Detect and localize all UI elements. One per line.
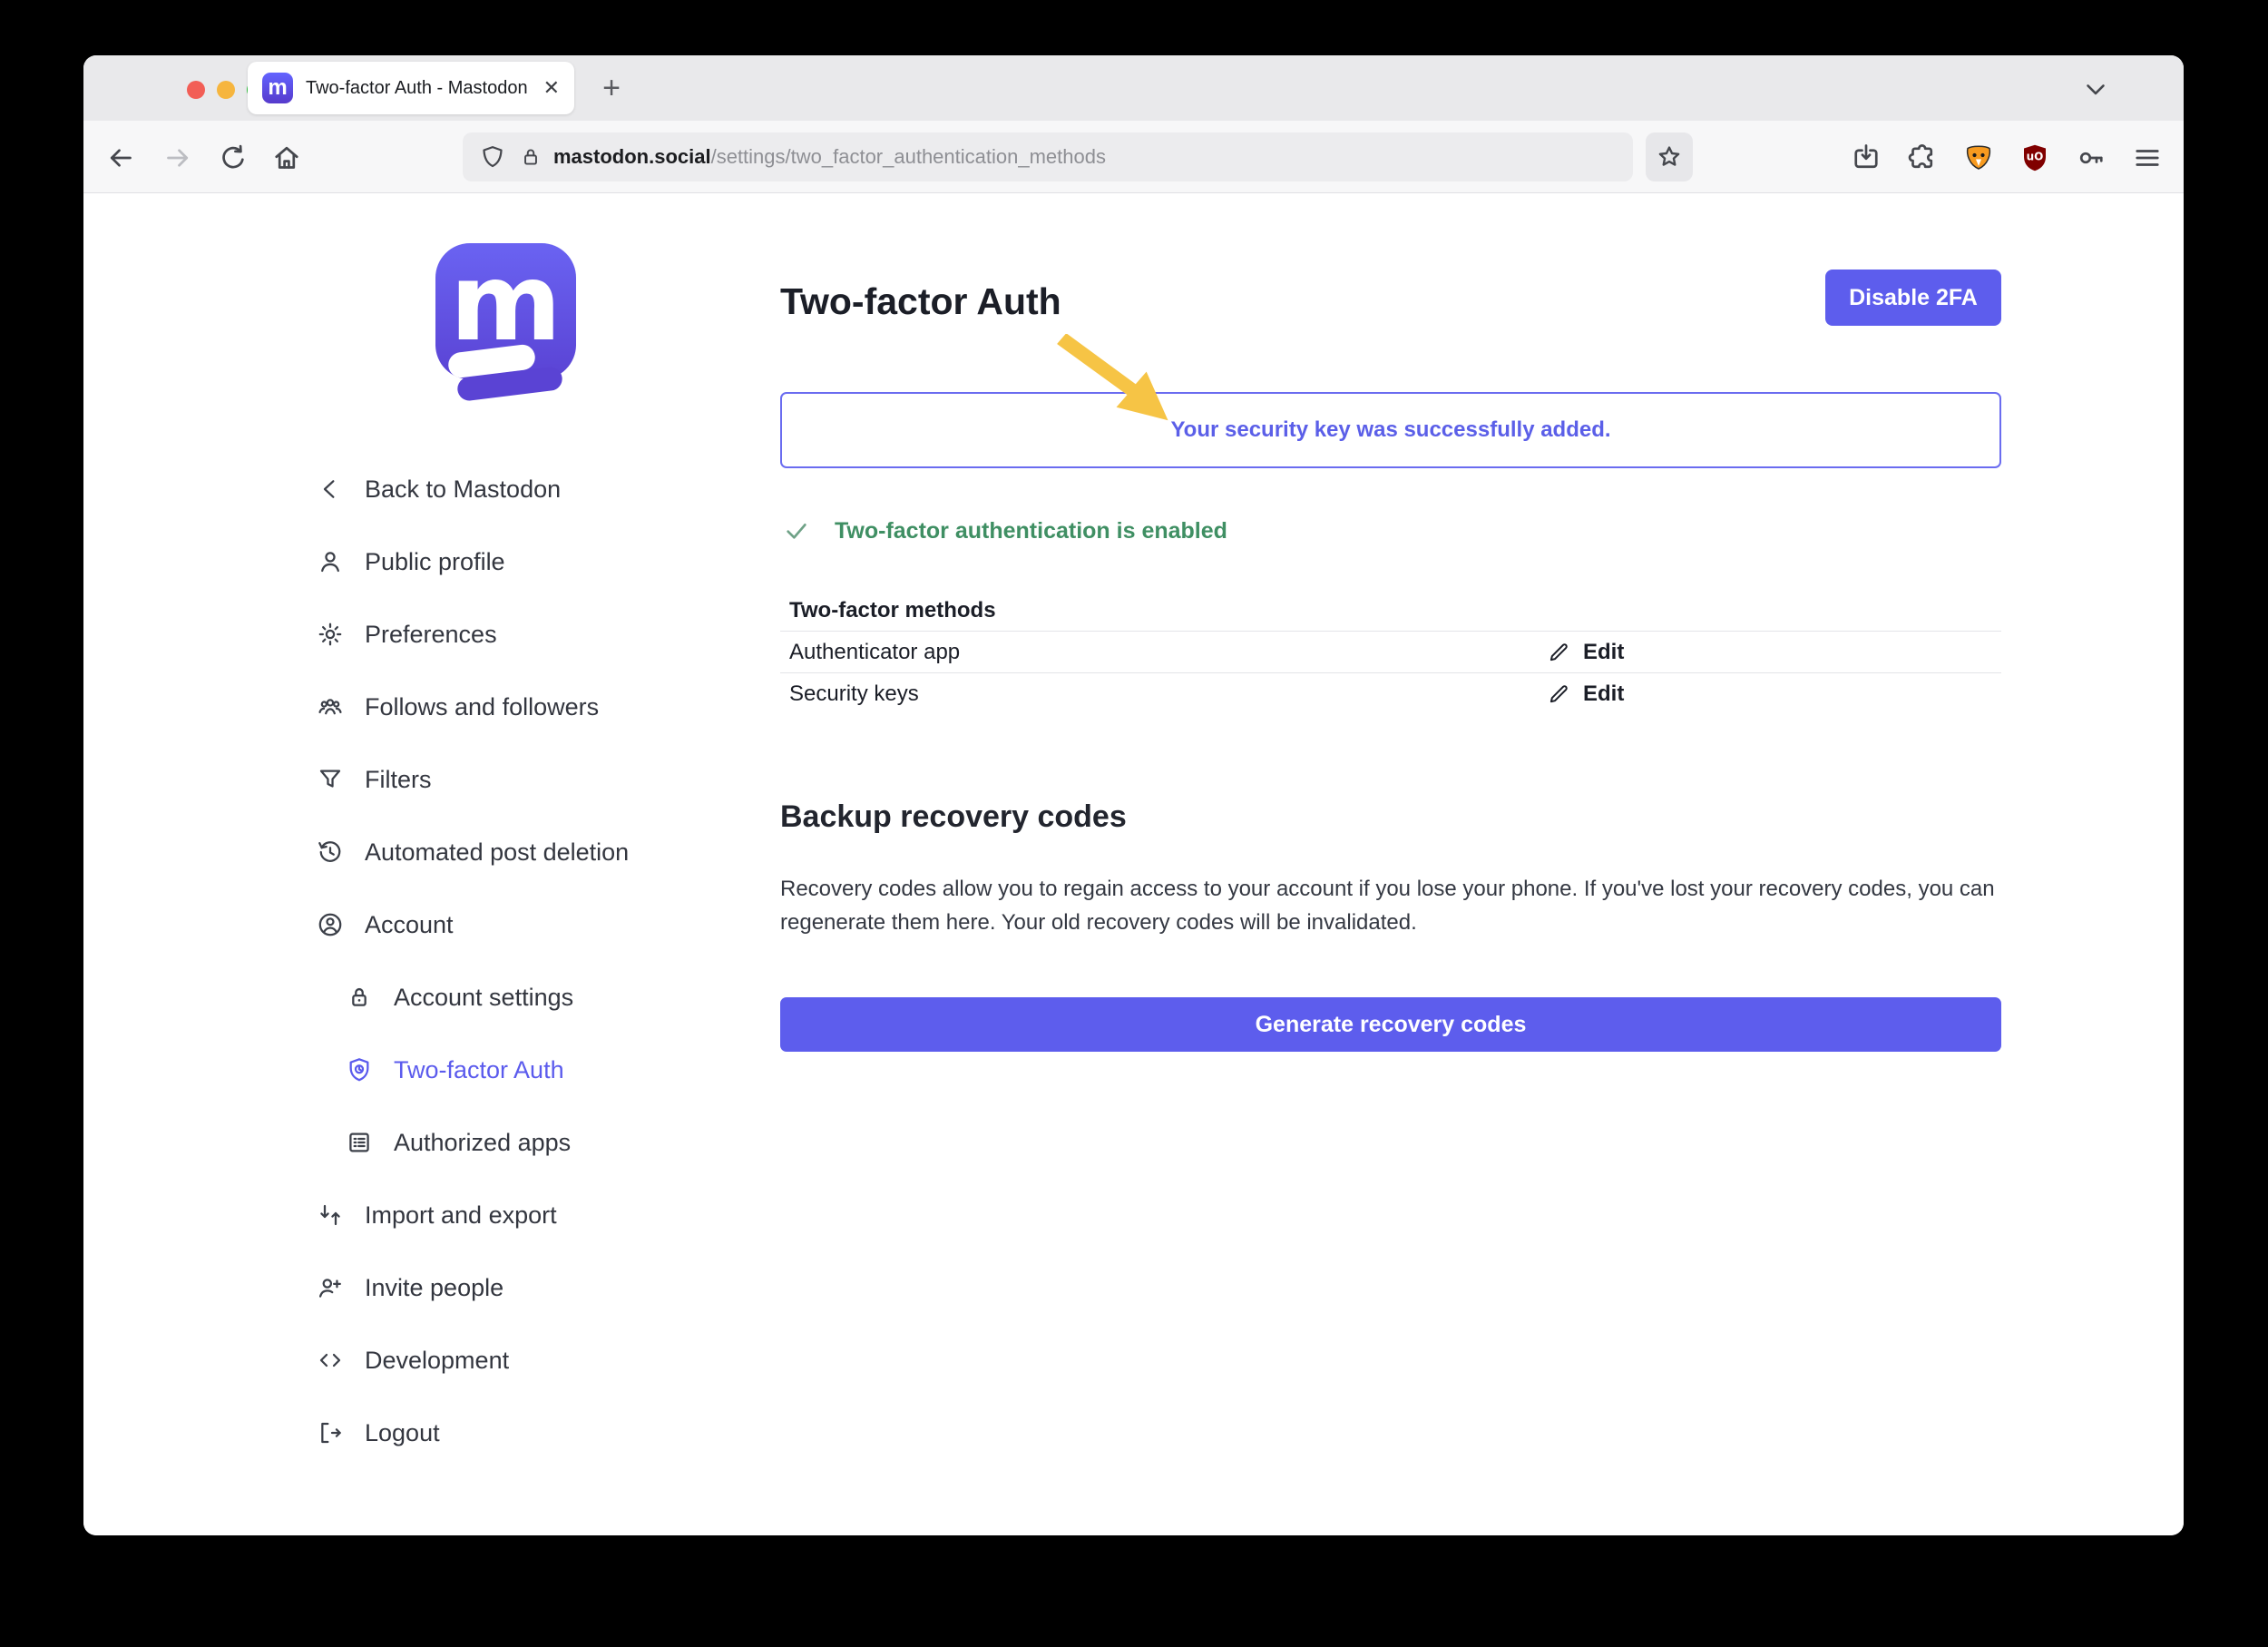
settings-sidebar: Back to Mastodon Public profile Preferen… bbox=[316, 453, 742, 1469]
edit-authenticator-app-link[interactable]: Edit bbox=[1547, 640, 1624, 665]
sidebar-item-filters[interactable]: Filters bbox=[316, 743, 742, 816]
two-factor-methods-table: Two-factor methods Authenticator app Edi… bbox=[780, 591, 2001, 714]
sidebar-item-label: Import and export bbox=[365, 1201, 557, 1230]
edit-link-label: Edit bbox=[1583, 681, 1624, 707]
list-icon bbox=[345, 1128, 374, 1157]
disable-2fa-button[interactable]: Disable 2FA bbox=[1825, 270, 2001, 326]
backup-recovery-codes-heading: Backup recovery codes bbox=[780, 799, 1127, 835]
person-circle-icon bbox=[316, 910, 345, 939]
sidebar-item-public-profile[interactable]: Public profile bbox=[316, 525, 742, 598]
gear-icon bbox=[316, 620, 345, 649]
table-row: Security keys Edit bbox=[780, 672, 2001, 714]
table-row: Authenticator app Edit bbox=[780, 631, 2001, 672]
https-lock-icon[interactable] bbox=[519, 145, 543, 169]
sidebar-item-back-to-mastodon[interactable]: Back to Mastodon bbox=[316, 453, 742, 525]
mastodon-favicon-icon: m bbox=[262, 73, 293, 103]
import-export-icon bbox=[316, 1201, 345, 1230]
sidebar-item-label: Back to Mastodon bbox=[365, 475, 561, 504]
pencil-icon bbox=[1547, 682, 1570, 706]
sidebar-item-label: Public profile bbox=[365, 548, 505, 576]
new-tab-button[interactable]: + bbox=[591, 68, 631, 108]
tab-title: Two-factor Auth - Mastodon bbox=[306, 78, 534, 99]
tab-list-chevron-down-icon[interactable] bbox=[2080, 74, 2111, 109]
star-icon bbox=[1655, 142, 1684, 172]
sidebar-item-label: Two-factor Auth bbox=[394, 1056, 564, 1084]
reload-button[interactable] bbox=[217, 142, 249, 174]
success-notice-text: Your security key was successfully added… bbox=[1170, 417, 1610, 443]
sidebar-item-logout[interactable]: Logout bbox=[316, 1397, 742, 1469]
sidebar-item-label: Invite people bbox=[365, 1274, 503, 1302]
import-page-icon[interactable] bbox=[1850, 142, 1882, 174]
browser-tab[interactable]: m Two-factor Auth - Mastodon ✕ bbox=[248, 62, 574, 114]
sidebar-item-label: Filters bbox=[365, 766, 432, 794]
sidebar-item-label: Development bbox=[365, 1347, 509, 1375]
sidebar-item-label: Automated post deletion bbox=[365, 838, 629, 867]
page-title: Two-factor Auth bbox=[780, 280, 1061, 323]
toolbar-right-icons: uO bbox=[1850, 142, 2164, 174]
privacy-badger-icon[interactable] bbox=[1962, 142, 1995, 174]
people-icon bbox=[316, 692, 345, 721]
url-host: mastodon.social bbox=[553, 145, 711, 168]
shield-icon bbox=[345, 1055, 374, 1084]
sidebar-item-account[interactable]: Account bbox=[316, 888, 742, 961]
sidebar-item-label: Logout bbox=[365, 1419, 440, 1447]
url-path: /settings/two_factor_authentication_meth… bbox=[711, 145, 1106, 168]
forward-button[interactable] bbox=[161, 142, 194, 174]
password-key-icon[interactable] bbox=[2075, 142, 2107, 174]
ublock-origin-icon[interactable]: uO bbox=[2019, 142, 2051, 174]
pencil-icon bbox=[1547, 641, 1570, 664]
code-icon bbox=[316, 1346, 345, 1375]
person-icon bbox=[316, 547, 345, 576]
sidebar-item-development[interactable]: Development bbox=[316, 1324, 742, 1397]
sidebar-item-invite-people[interactable]: Invite people bbox=[316, 1251, 742, 1324]
sidebar-item-follows-and-followers[interactable]: Follows and followers bbox=[316, 671, 742, 743]
tab-strip: m Two-factor Auth - Mastodon ✕ + bbox=[83, 55, 2184, 121]
tab-close-icon[interactable]: ✕ bbox=[543, 76, 560, 100]
generate-recovery-codes-button[interactable]: Generate recovery codes bbox=[780, 997, 2001, 1052]
browser-window: m Two-factor Auth - Mastodon ✕ + bbox=[83, 55, 2184, 1535]
sidebar-item-account-settings[interactable]: Account settings bbox=[316, 961, 742, 1034]
edit-security-keys-link[interactable]: Edit bbox=[1547, 681, 1624, 707]
two-factor-status-text: Two-factor authentication is enabled bbox=[835, 518, 1227, 544]
mastodon-logo[interactable]: m bbox=[435, 243, 576, 397]
sidebar-item-label: Account settings bbox=[394, 984, 573, 1012]
back-button[interactable] bbox=[104, 142, 137, 174]
sidebar-item-two-factor-auth[interactable]: Two-factor Auth bbox=[316, 1034, 742, 1106]
sidebar-item-label: Follows and followers bbox=[365, 693, 599, 721]
window-minimize-button[interactable] bbox=[217, 81, 235, 99]
chevron-left-icon bbox=[316, 475, 345, 504]
logout-icon bbox=[316, 1418, 345, 1447]
sidebar-item-automated-post-deletion[interactable]: Automated post deletion bbox=[316, 816, 742, 888]
funnel-icon bbox=[316, 765, 345, 794]
methods-table-header: Two-factor methods bbox=[780, 591, 2001, 631]
sidebar-item-label: Preferences bbox=[365, 621, 497, 649]
menu-hamburger-icon[interactable] bbox=[2131, 142, 2164, 174]
browser-toolbar: mastodon.social/settings/two_factor_auth… bbox=[83, 121, 2184, 193]
sidebar-item-authorized-apps[interactable]: Authorized apps bbox=[316, 1106, 742, 1179]
sidebar-item-import-and-export[interactable]: Import and export bbox=[316, 1179, 742, 1251]
sidebar-item-label: Authorized apps bbox=[394, 1129, 571, 1157]
page-content: m Back to Mastodon Public profile bbox=[83, 193, 2184, 1535]
url-text[interactable]: mastodon.social/settings/two_factor_auth… bbox=[553, 145, 1106, 169]
address-bar[interactable]: mastodon.social/settings/two_factor_auth… bbox=[463, 132, 1633, 181]
extensions-puzzle-icon[interactable] bbox=[1906, 142, 1939, 174]
success-notice: Your security key was successfully added… bbox=[780, 392, 2001, 468]
two-factor-status: Two-factor authentication is enabled bbox=[782, 516, 1227, 545]
person-plus-icon bbox=[316, 1273, 345, 1302]
sidebar-item-label: Account bbox=[365, 911, 454, 939]
method-name: Authenticator app bbox=[789, 640, 1547, 665]
sidebar-item-preferences[interactable]: Preferences bbox=[316, 598, 742, 671]
check-icon bbox=[782, 516, 811, 545]
window-close-button[interactable] bbox=[187, 81, 205, 99]
recovery-codes-description: Recovery codes allow you to regain acces… bbox=[780, 872, 2001, 939]
history-icon bbox=[316, 838, 345, 867]
svg-text:uO: uO bbox=[2027, 150, 2044, 162]
tracking-shield-icon[interactable] bbox=[479, 143, 506, 171]
edit-link-label: Edit bbox=[1583, 640, 1624, 665]
lock-icon bbox=[345, 983, 374, 1012]
screenshot-stage: m Two-factor Auth - Mastodon ✕ + bbox=[0, 0, 2268, 1647]
home-button[interactable] bbox=[270, 142, 303, 174]
method-name: Security keys bbox=[789, 681, 1547, 707]
bookmark-star-button[interactable] bbox=[1646, 132, 1693, 181]
